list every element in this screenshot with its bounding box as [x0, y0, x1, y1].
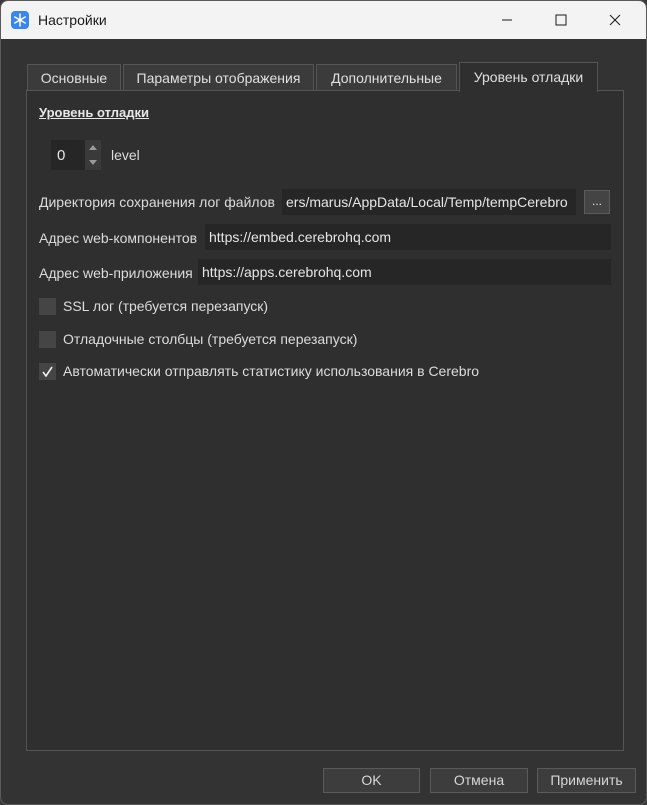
send-stats-checkbox[interactable]	[39, 363, 56, 380]
minimize-button[interactable]	[484, 1, 530, 39]
ok-button[interactable]: OK	[323, 768, 420, 793]
debug-level-value[interactable]: 0	[57, 147, 65, 164]
minimize-icon	[502, 19, 512, 21]
ssl-log-label[interactable]: SSL лог (требуется перезапуск)	[63, 298, 268, 314]
settings-window: Настройки Основные Параметры отображения…	[0, 0, 647, 805]
send-stats-label[interactable]: Автоматически отправлять статистику испо…	[63, 363, 479, 379]
tab-debug-level[interactable]: Уровень отладки	[459, 62, 598, 92]
window-title: Настройки	[38, 12, 107, 28]
checkmark-icon	[42, 366, 53, 378]
apply-button[interactable]: Применить	[537, 768, 636, 793]
arrow-down-icon	[89, 160, 97, 165]
close-button[interactable]	[592, 1, 638, 39]
ssl-log-checkbox[interactable]	[39, 298, 56, 315]
web-app-field[interactable]: https://apps.cerebrohq.com	[198, 259, 611, 285]
tab-general[interactable]: Основные	[27, 64, 121, 91]
log-dir-label: Директория сохранения лог файлов	[39, 194, 275, 210]
log-dir-field[interactable]: ers/marus/AppData/Local/Temp/tempCerebro	[282, 189, 576, 215]
snowflake-icon	[11, 11, 29, 29]
web-app-label: Адрес web-приложения	[39, 265, 193, 281]
debug-columns-label[interactable]: Отладочные столбцы (требуется перезапуск…	[63, 331, 357, 347]
maximize-button[interactable]	[538, 1, 584, 39]
section-title: Уровень отладки	[39, 105, 150, 120]
debug-level-spinbox[interactable]: 0	[51, 140, 101, 170]
close-icon	[609, 14, 621, 26]
tab-display-settings[interactable]: Параметры отображения	[123, 64, 314, 91]
browse-button[interactable]: ...	[584, 190, 610, 214]
arrow-up-icon	[89, 145, 97, 150]
spin-down-button[interactable]	[85, 155, 101, 170]
title-bar[interactable]: Настройки	[1, 1, 646, 39]
maximize-icon	[555, 14, 567, 26]
debug-level-unit-label: level	[111, 147, 140, 163]
spin-up-button[interactable]	[85, 140, 101, 155]
web-components-field[interactable]: https://embed.cerebrohq.com	[205, 224, 611, 250]
debug-columns-checkbox[interactable]	[39, 331, 56, 348]
tab-advanced[interactable]: Дополнительные	[316, 64, 457, 91]
web-components-label: Адрес web-компонентов	[39, 230, 198, 246]
cancel-button[interactable]: Отмена	[430, 768, 528, 793]
spinbox-arrows	[85, 140, 101, 170]
